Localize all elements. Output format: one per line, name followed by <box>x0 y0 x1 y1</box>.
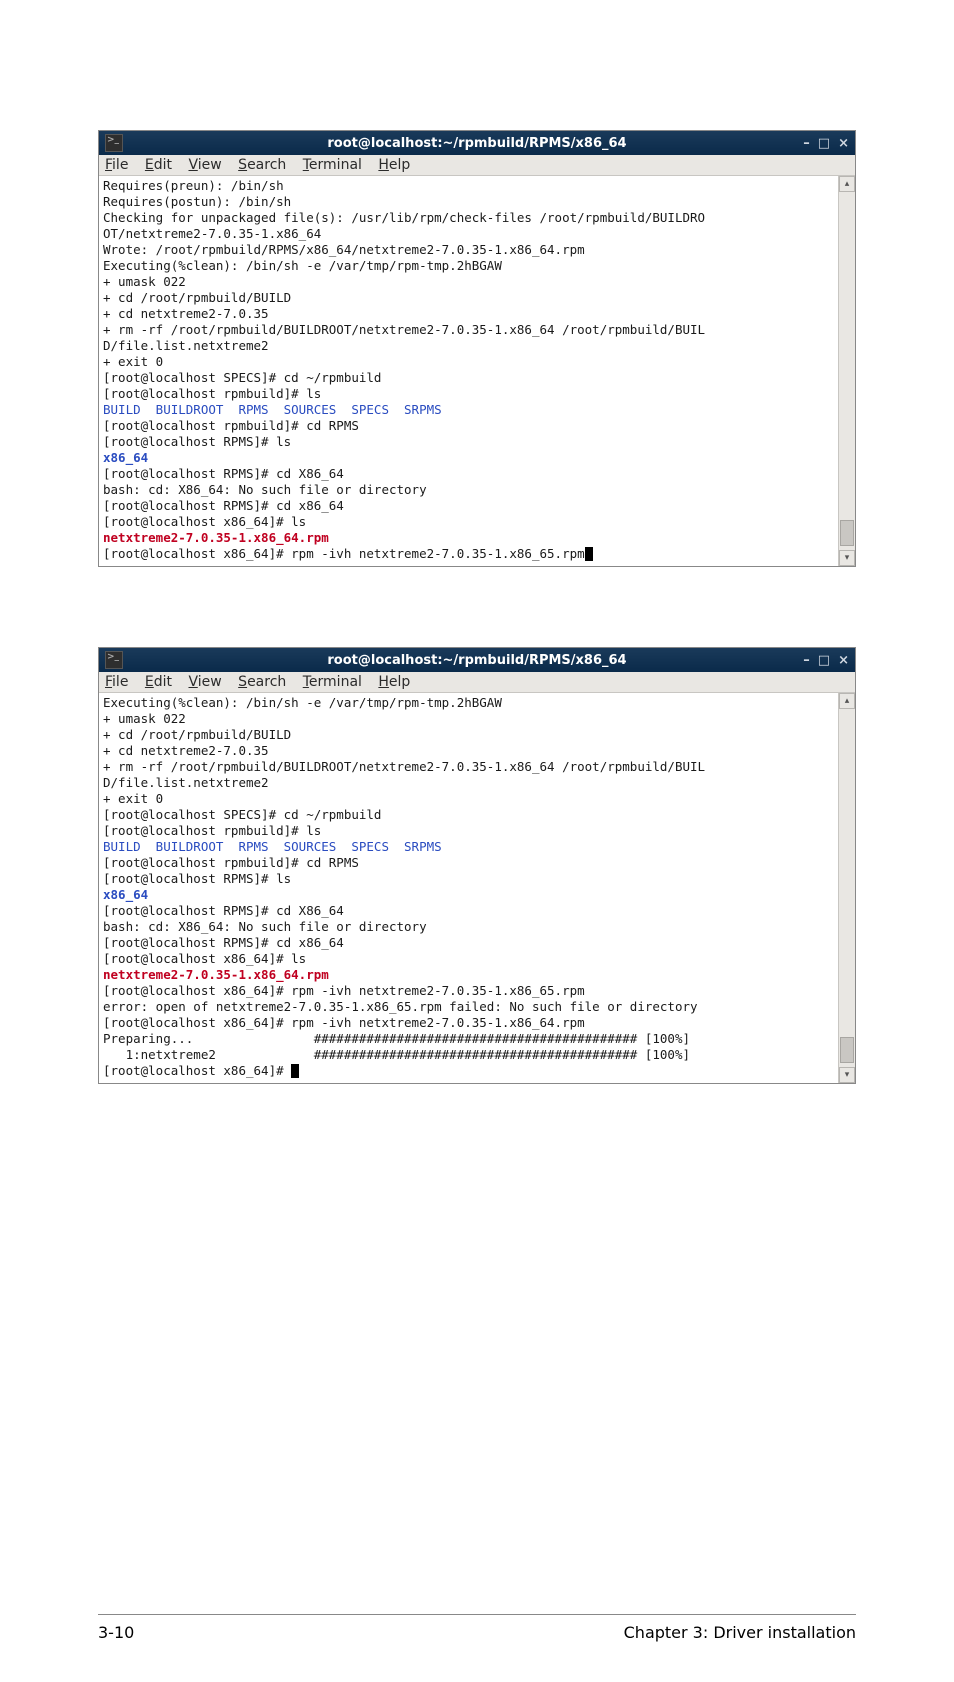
page-footer: 3-10 Chapter 3: Driver installation <box>98 1623 856 1682</box>
terminal-window-2: root@localhost:~/rpmbuild/RPMS/x86_64 – … <box>98 647 856 1084</box>
cursor <box>291 1064 299 1078</box>
menu-help[interactable]: Help <box>378 157 410 173</box>
scroll-thumb[interactable] <box>840 1037 854 1063</box>
window-title: root@localhost:~/rpmbuild/RPMS/x86_64 <box>99 653 855 668</box>
menu-file[interactable]: File <box>105 674 128 690</box>
scroll-down-button[interactable]: ▾ <box>839 550 855 566</box>
terminal-body[interactable]: ▴ ▾ Executing(%clean): /bin/sh -e /var/t… <box>99 693 855 1083</box>
terminal-icon <box>105 651 123 669</box>
menu-search[interactable]: Search <box>238 157 286 173</box>
scroll-up-button[interactable]: ▴ <box>839 176 855 192</box>
window-controls: – □ × <box>803 131 849 155</box>
window-title: root@localhost:~/rpmbuild/RPMS/x86_64 <box>99 136 855 151</box>
titlebar[interactable]: root@localhost:~/rpmbuild/RPMS/x86_64 – … <box>99 648 855 672</box>
scroll-thumb[interactable] <box>840 520 854 546</box>
minimize-button[interactable]: – <box>803 137 810 150</box>
menu-edit[interactable]: Edit <box>145 157 172 173</box>
page-number: 3-10 <box>98 1623 134 1642</box>
menu-view[interactable]: View <box>188 674 221 690</box>
menu-help[interactable]: Help <box>378 674 410 690</box>
menu-file[interactable]: File <box>105 157 128 173</box>
menu-terminal[interactable]: Terminal <box>303 157 362 173</box>
chapter-title: Chapter 3: Driver installation <box>624 1623 856 1642</box>
scrollbar[interactable]: ▴ ▾ <box>838 176 855 566</box>
minimize-button[interactable]: – <box>803 654 810 667</box>
window-controls: – □ × <box>803 648 849 672</box>
titlebar[interactable]: root@localhost:~/rpmbuild/RPMS/x86_64 – … <box>99 131 855 155</box>
menu-edit[interactable]: Edit <box>145 674 172 690</box>
menu-terminal[interactable]: Terminal <box>303 674 362 690</box>
terminal-body[interactable]: ▴ ▾ Requires(preun): /bin/sh Requires(po… <box>99 176 855 566</box>
scroll-down-button[interactable]: ▾ <box>839 1067 855 1083</box>
close-button[interactable]: × <box>838 654 849 667</box>
menubar: File Edit View Search Terminal Help <box>99 672 855 693</box>
maximize-button[interactable]: □ <box>818 137 830 150</box>
menubar: File Edit View Search Terminal Help <box>99 155 855 176</box>
maximize-button[interactable]: □ <box>818 654 830 667</box>
menu-view[interactable]: View <box>188 157 221 173</box>
terminal-icon <box>105 134 123 152</box>
footer-rule <box>98 1614 856 1615</box>
terminal-output: Executing(%clean): /bin/sh -e /var/tmp/r… <box>103 695 851 1079</box>
menu-search[interactable]: Search <box>238 674 286 690</box>
scrollbar[interactable]: ▴ ▾ <box>838 693 855 1083</box>
terminal-window-1: root@localhost:~/rpmbuild/RPMS/x86_64 – … <box>98 130 856 567</box>
scroll-up-button[interactable]: ▴ <box>839 693 855 709</box>
close-button[interactable]: × <box>838 137 849 150</box>
terminal-output: Requires(preun): /bin/sh Requires(postun… <box>103 178 851 562</box>
cursor <box>585 547 593 561</box>
